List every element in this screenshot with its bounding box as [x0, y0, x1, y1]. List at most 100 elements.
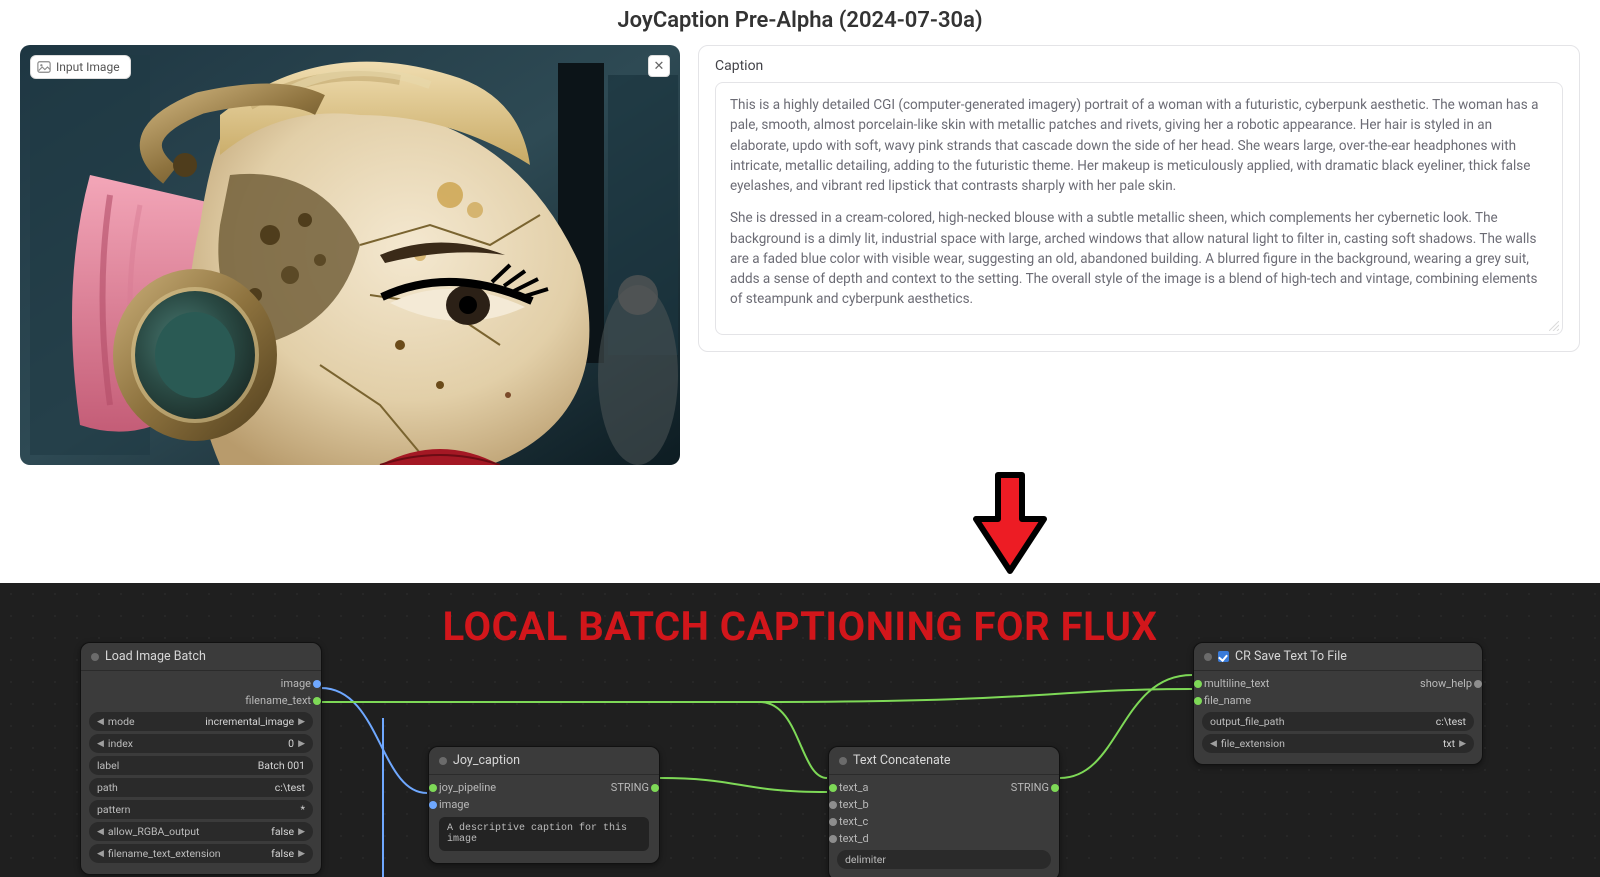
widget-label: output_file_path: [1208, 715, 1285, 728]
widget-value: c:\test: [118, 781, 307, 794]
widget-value: false: [221, 847, 296, 860]
input-image-button[interactable]: Input Image: [30, 55, 131, 79]
node-graph-canvas[interactable]: LOCAL BATCH CAPTIONING FOR FLUX Load Ima…: [0, 583, 1600, 877]
widget-label: index: [106, 737, 133, 750]
input-port-text-d[interactable]: text_d: [835, 830, 1053, 847]
node-title: Text Concatenate: [853, 753, 951, 768]
widget-value: false: [199, 825, 296, 838]
widget-value: c:\test: [1285, 715, 1468, 728]
widget-index[interactable]: ◀index0▶: [89, 734, 313, 753]
chevron-right-icon[interactable]: ▶: [1457, 739, 1468, 749]
widget-caption-text[interactable]: A descriptive caption for this image: [439, 817, 649, 851]
input-port-image[interactable]: image: [435, 796, 653, 813]
widget-output-path[interactable]: output_file_pathc:\test: [1202, 712, 1474, 731]
widget-value: incremental_image: [135, 715, 296, 728]
port-label: file_name: [1204, 694, 1251, 707]
widget-label: mode: [106, 715, 135, 728]
port-label: image: [281, 677, 311, 690]
widget-pattern[interactable]: pattern*: [89, 800, 313, 819]
node-title: CR Save Text To File: [1235, 649, 1347, 664]
widget-label: file_extension: [1219, 737, 1285, 750]
node-text-concatenate[interactable]: Text Concatenate text_aSTRING text_b tex…: [828, 746, 1060, 877]
port-label: text_a: [839, 781, 868, 794]
resize-handle-icon[interactable]: [1549, 321, 1559, 331]
io-row-texta-string[interactable]: text_aSTRING: [835, 779, 1053, 796]
port-label: show_help: [1420, 677, 1472, 690]
port-dot-icon[interactable]: [829, 784, 837, 792]
port-dot-icon[interactable]: [1474, 680, 1482, 688]
widget-label: filename_text_extension: [106, 847, 221, 860]
node-load-image-batch[interactable]: Load Image Batch image filename_text ◀mo…: [80, 642, 322, 875]
node-title: Load Image Batch: [105, 649, 206, 664]
widget-path[interactable]: pathc:\test: [89, 778, 313, 797]
node-joy-caption[interactable]: Joy_caption joy_pipeline STRING image A d…: [428, 746, 660, 864]
input-port-text-b[interactable]: text_b: [835, 796, 1053, 813]
widget-label: path: [95, 781, 118, 794]
node-header[interactable]: Joy_caption: [429, 747, 659, 775]
chevron-right-icon[interactable]: ▶: [296, 849, 307, 859]
port-label: multiline_text: [1204, 677, 1269, 690]
chevron-left-icon[interactable]: ◀: [95, 827, 106, 837]
caption-text-p2: She is dressed in a cream-colored, high-…: [730, 208, 1548, 309]
port-label: joy_pipeline: [439, 781, 496, 794]
port-label: text_d: [839, 832, 869, 845]
io-row-pipeline-string[interactable]: joy_pipeline STRING: [435, 779, 653, 796]
widget-label: label: [95, 759, 119, 772]
port-dot-icon[interactable]: [1194, 697, 1202, 705]
caption-label: Caption: [715, 58, 1563, 74]
node-header[interactable]: Load Image Batch: [81, 643, 321, 671]
port-dot-icon[interactable]: [829, 801, 837, 809]
node-header[interactable]: Text Concatenate: [829, 747, 1059, 775]
output-port-filename-text[interactable]: filename_text: [87, 692, 315, 709]
chevron-left-icon[interactable]: ◀: [95, 849, 106, 859]
widget-label-field[interactable]: labelBatch 001: [89, 756, 313, 775]
port-dot-icon[interactable]: [1051, 784, 1059, 792]
clear-image-button[interactable]: ✕: [648, 55, 670, 77]
widget-value: Batch 001: [119, 759, 307, 772]
image-icon: [37, 60, 51, 74]
port-dot-icon[interactable]: [651, 784, 659, 792]
down-arrow-graphic: [440, 469, 1580, 583]
chevron-right-icon[interactable]: ▶: [296, 717, 307, 727]
port-dot-icon[interactable]: [313, 697, 321, 705]
collapse-dot-icon[interactable]: [91, 653, 99, 661]
chevron-left-icon[interactable]: ◀: [95, 717, 106, 727]
port-dot-icon[interactable]: [829, 835, 837, 843]
checkbox-icon[interactable]: [1218, 651, 1229, 662]
port-dot-icon[interactable]: [429, 784, 437, 792]
port-dot-icon[interactable]: [829, 818, 837, 826]
input-image-panel[interactable]: Input Image ✕: [20, 45, 680, 465]
caption-text-p1: This is a highly detailed CGI (computer-…: [730, 95, 1548, 196]
chevron-right-icon[interactable]: ▶: [296, 827, 307, 837]
collapse-dot-icon[interactable]: [1204, 653, 1212, 661]
collapse-dot-icon[interactable]: [439, 757, 447, 765]
input-port-text-c[interactable]: text_c: [835, 813, 1053, 830]
input-image-button-label: Input Image: [56, 60, 120, 74]
chevron-right-icon[interactable]: ▶: [296, 739, 307, 749]
widget-allow-rgba[interactable]: ◀allow_RGBA_outputfalse▶: [89, 822, 313, 841]
io-row-multiline-showhelp[interactable]: multiline_text show_help: [1200, 675, 1476, 692]
chevron-left-icon[interactable]: ◀: [1208, 739, 1219, 749]
input-image-preview: [20, 45, 680, 465]
port-label: image: [439, 798, 469, 811]
port-label: text_c: [839, 815, 868, 828]
node-cr-save-text-to-file[interactable]: CR Save Text To File multiline_text show_…: [1193, 642, 1483, 765]
port-dot-icon[interactable]: [313, 680, 321, 688]
widget-filename-ext[interactable]: ◀filename_text_extensionfalse▶: [89, 844, 313, 863]
input-port-file-name[interactable]: file_name: [1200, 692, 1476, 709]
widget-mode[interactable]: ◀modeincremental_image▶: [89, 712, 313, 731]
caption-textbox[interactable]: This is a highly detailed CGI (computer-…: [715, 82, 1563, 335]
port-label: STRING: [611, 781, 649, 794]
close-icon: ✕: [654, 59, 665, 74]
widget-value: *: [130, 803, 307, 816]
page-title: JoyCaption Pre-Alpha (2024-07-30a): [20, 0, 1580, 45]
port-dot-icon[interactable]: [429, 801, 437, 809]
port-dot-icon[interactable]: [1194, 680, 1202, 688]
node-header[interactable]: CR Save Text To File: [1194, 643, 1482, 671]
widget-delimiter[interactable]: delimiter: [837, 850, 1051, 869]
chevron-left-icon[interactable]: ◀: [95, 739, 106, 749]
collapse-dot-icon[interactable]: [839, 757, 847, 765]
widget-label: pattern: [95, 803, 130, 816]
output-port-image[interactable]: image: [87, 675, 315, 692]
widget-file-extension[interactable]: ◀file_extensiontxt▶: [1202, 734, 1474, 753]
